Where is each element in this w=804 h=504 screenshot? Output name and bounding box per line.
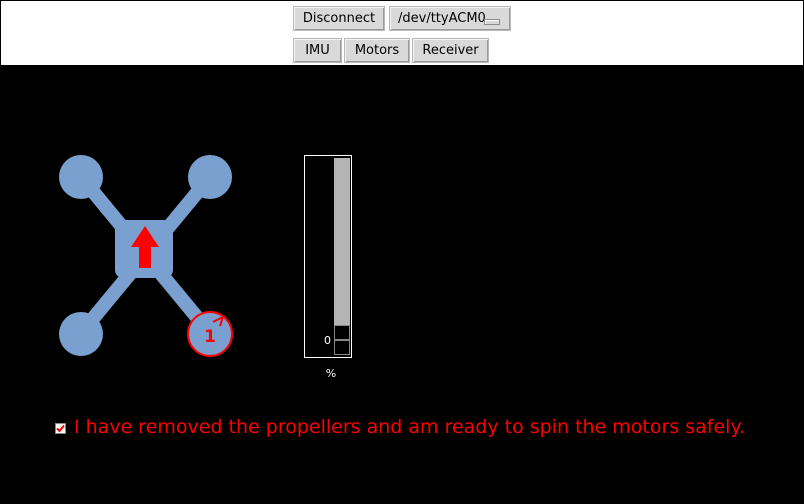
port-select[interactable]: /dev/ttyACM0 <box>389 6 511 31</box>
gauge-handle-top[interactable] <box>334 325 350 340</box>
gauge-unit-label: % <box>325 367 337 380</box>
port-select-value: /dev/ttyACM0 <box>398 11 486 26</box>
motor-front-right[interactable] <box>188 155 232 199</box>
motor-front-left[interactable] <box>59 155 103 199</box>
toolbar: Disconnect /dev/ttyACM0 IMU Motors Recei… <box>1 1 803 65</box>
selected-motor-label: 1 <box>204 327 216 347</box>
safety-label[interactable]: I have removed the propellers and am rea… <box>74 415 745 439</box>
tab-imu[interactable]: IMU <box>293 38 342 63</box>
motors-canvas: 1 0 % I have removed the propellers and … <box>1 65 803 503</box>
motor-rear-left[interactable] <box>59 312 103 356</box>
tab-receiver[interactable]: Receiver <box>412 38 489 63</box>
app-window: Disconnect /dev/ttyACM0 IMU Motors Recei… <box>0 0 804 504</box>
safety-checkbox[interactable] <box>55 423 66 434</box>
tab-motors[interactable]: Motors <box>344 38 410 63</box>
gauge-value-label: 0 <box>324 334 331 347</box>
gauge-handle-bottom[interactable] <box>334 340 350 355</box>
dropdown-indicator-icon <box>484 19 500 25</box>
disconnect-button[interactable]: Disconnect <box>293 6 385 31</box>
checkmark-icon <box>56 424 65 433</box>
